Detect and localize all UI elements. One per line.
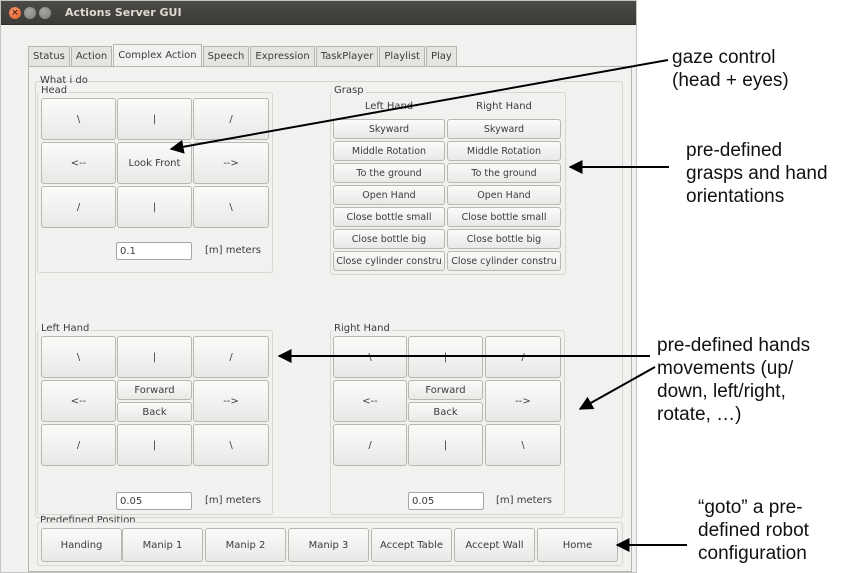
grasp-left-close-bottle-big-button[interactable]: Close bottle big xyxy=(333,229,445,249)
minimize-window-button[interactable] xyxy=(24,7,36,19)
grasps-annotation-line-2: grasps and hand xyxy=(686,163,828,184)
right-hand-down-left-button[interactable]: / xyxy=(333,424,407,466)
head-up-right-button[interactable]: / xyxy=(193,98,269,140)
tab-complex-action[interactable]: Complex Action xyxy=(113,44,202,66)
grasp-left-middle-rotation-button[interactable]: Middle Rotation xyxy=(333,141,445,161)
head-left-button[interactable]: <-- xyxy=(41,142,116,184)
goto-annotation-line-3: configuration xyxy=(698,543,807,564)
left-hand-right-button[interactable]: --> xyxy=(193,380,269,422)
tab-play[interactable]: Play xyxy=(425,46,457,66)
hands-annotation-line-1: pre-defined hands xyxy=(657,335,811,356)
predefined-home-button[interactable]: Home xyxy=(537,528,618,562)
left-hand-forward-button[interactable]: Forward xyxy=(117,380,192,400)
left-hand-down-right-button[interactable]: \ xyxy=(193,424,269,466)
grasp-right-middle-rotation-button[interactable]: Middle Rotation xyxy=(447,141,561,161)
hands-annotation-line-2: movements (up/ xyxy=(657,358,794,379)
left-hand-back-button[interactable]: Back xyxy=(117,402,192,422)
right-hand-group-label: Right Hand xyxy=(332,323,392,334)
hands-annotation-line-4: rotate, …) xyxy=(657,404,742,425)
right-hand-up-left-button[interactable]: \ xyxy=(333,336,407,378)
close-window-button[interactable]: × xyxy=(9,7,21,19)
head-right-button[interactable]: --> xyxy=(193,142,269,184)
close-icon: × xyxy=(11,8,19,18)
right-hand-right-button[interactable]: --> xyxy=(485,380,561,422)
left-hand-up-right-button[interactable]: / xyxy=(193,336,269,378)
head-down-right-button[interactable]: \ xyxy=(193,186,269,228)
grasp-right-hand-header: Right Hand xyxy=(476,101,532,112)
head-down-left-button[interactable]: / xyxy=(41,186,116,228)
left-hand-down-button[interactable]: | xyxy=(117,424,192,466)
right-hand-unit-label: [m] meters xyxy=(496,495,553,506)
left-hand-unit-label: [m] meters xyxy=(205,495,262,506)
right-hand-left-button[interactable]: <-- xyxy=(333,380,407,422)
actions-server-window: × Actions Server GUI Status Action Compl… xyxy=(0,0,637,573)
hands-annotation-line-3: down, left/right, xyxy=(657,381,786,402)
grasps-annotation: pre-defined grasps and hand orientations xyxy=(686,139,828,208)
tab-taskplayer[interactable]: TaskPlayer xyxy=(315,46,379,66)
right-hand-step-input[interactable] xyxy=(408,492,484,510)
tab-bar: Status Action Complex Action Speech Expr… xyxy=(28,44,458,66)
right-hand-back-button[interactable]: Back xyxy=(408,402,483,422)
predefined-manip-3-button[interactable]: Manip 3 xyxy=(288,528,369,562)
left-hand-up-left-button[interactable]: \ xyxy=(41,336,116,378)
grasp-right-open-hand-button[interactable]: Open Hand xyxy=(447,185,561,205)
left-hand-left-button[interactable]: <-- xyxy=(41,380,116,422)
predefined-accept-wall-button[interactable]: Accept Wall xyxy=(454,528,535,562)
right-hand-forward-button[interactable]: Forward xyxy=(408,380,483,400)
window-title: Actions Server GUI xyxy=(65,6,182,19)
right-hand-up-right-button[interactable]: / xyxy=(485,336,561,378)
grasp-left-hand-header: Left Hand xyxy=(364,101,414,112)
predefined-accept-table-button[interactable]: Accept Table xyxy=(371,528,452,562)
right-hand-down-button[interactable]: | xyxy=(408,424,483,466)
predefined-manip-1-button[interactable]: Manip 1 xyxy=(122,528,203,562)
maximize-window-button[interactable] xyxy=(39,7,51,19)
left-hand-down-left-button[interactable]: / xyxy=(41,424,116,466)
head-up-button[interactable]: | xyxy=(117,98,192,140)
head-unit-label: [m] meters xyxy=(205,245,262,256)
hands-annotation: pre-defined hands movements (up/ down, l… xyxy=(657,334,810,426)
grasp-right-to-the-ground-button[interactable]: To the ground xyxy=(447,163,561,183)
head-step-input[interactable] xyxy=(116,242,192,260)
right-hand-up-button[interactable]: | xyxy=(408,336,483,378)
predefined-manip-2-button[interactable]: Manip 2 xyxy=(205,528,286,562)
head-down-button[interactable]: | xyxy=(117,186,192,228)
grasp-left-skyward-button[interactable]: Skyward xyxy=(333,119,445,139)
predefined-handing-button[interactable]: Handing xyxy=(41,528,122,562)
head-group-label: Head xyxy=(39,85,70,96)
grasp-right-close-cylinder-constru-button[interactable]: Close cylinder constru xyxy=(447,251,561,271)
gaze-annotation: gaze control (head + eyes) xyxy=(672,46,789,92)
grasps-annotation-line-1: pre-defined xyxy=(686,140,783,161)
tab-playlist[interactable]: Playlist xyxy=(379,46,425,66)
look-front-button[interactable]: Look Front xyxy=(117,142,192,184)
tab-action[interactable]: Action xyxy=(70,46,113,66)
grasp-right-close-bottle-small-button[interactable]: Close bottle small xyxy=(447,207,561,227)
grasp-right-close-bottle-big-button[interactable]: Close bottle big xyxy=(447,229,561,249)
goto-annotation: “goto” a pre- defined robot configuratio… xyxy=(698,496,809,565)
left-hand-group-label: Left Hand xyxy=(39,323,92,334)
tab-expression[interactable]: Expression xyxy=(250,46,315,66)
gaze-annotation-line-1: gaze control xyxy=(672,47,776,68)
goto-annotation-line-1: “goto” a pre- xyxy=(698,497,803,518)
grasp-left-to-the-ground-button[interactable]: To the ground xyxy=(333,163,445,183)
grasps-annotation-line-3: orientations xyxy=(686,186,785,207)
head-up-left-button[interactable]: \ xyxy=(41,98,116,140)
right-hand-down-right-button[interactable]: \ xyxy=(485,424,561,466)
grasp-group-label: Grasp xyxy=(332,85,366,96)
grasp-left-open-hand-button[interactable]: Open Hand xyxy=(333,185,445,205)
tab-speech[interactable]: Speech xyxy=(202,46,250,66)
left-hand-step-input[interactable] xyxy=(116,492,192,510)
grasp-right-skyward-button[interactable]: Skyward xyxy=(447,119,561,139)
goto-annotation-line-2: defined robot xyxy=(698,520,809,541)
grasp-left-close-bottle-small-button[interactable]: Close bottle small xyxy=(333,207,445,227)
title-bar: × Actions Server GUI xyxy=(1,1,636,25)
tab-status[interactable]: Status xyxy=(28,46,70,66)
gaze-annotation-line-2: (head + eyes) xyxy=(672,70,789,91)
left-hand-up-button[interactable]: | xyxy=(117,336,192,378)
grasp-left-close-cylinder-constru-button[interactable]: Close cylinder constru xyxy=(333,251,445,271)
